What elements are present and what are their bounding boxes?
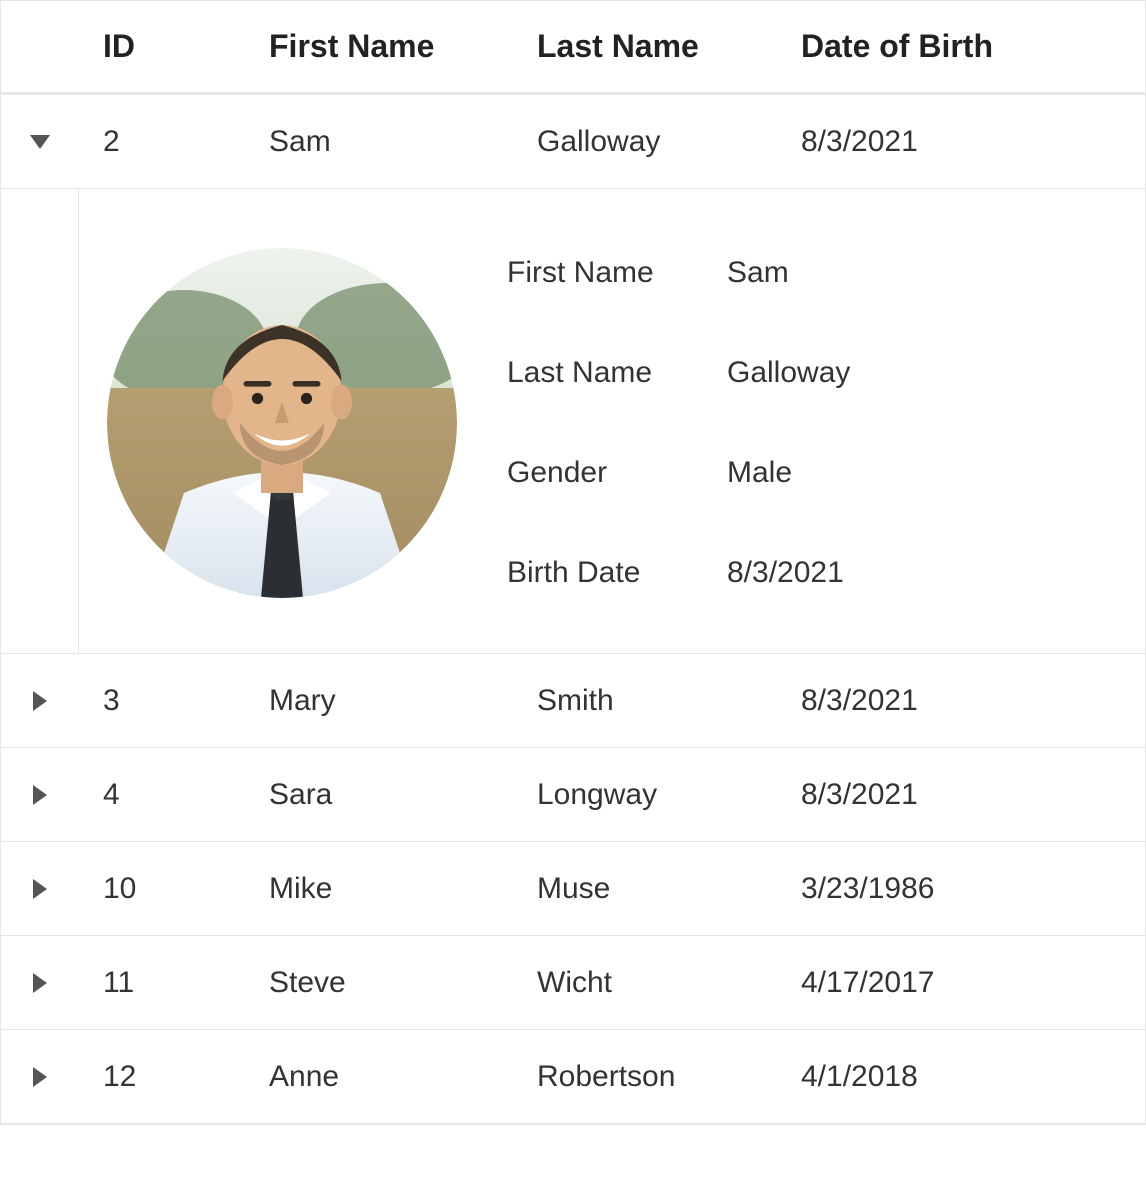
expand-toggle[interactable]	[1, 785, 79, 805]
detail-value-gender: Male	[727, 456, 927, 490]
cell-id: 10	[79, 872, 269, 906]
detail-label-birth: Birth Date	[507, 556, 727, 590]
table-row[interactable]: 3 Mary Smith 8/3/2021	[1, 654, 1145, 748]
header-first[interactable]: First Name	[269, 28, 537, 65]
cell-id: 12	[79, 1060, 269, 1094]
detail-label-first: First Name	[507, 256, 727, 290]
header-id[interactable]: ID	[79, 28, 269, 65]
table-row[interactable]: 11 Steve Wicht 4/17/2017	[1, 936, 1145, 1030]
cell-dob: 3/23/1986	[801, 872, 1145, 906]
expand-toggle[interactable]	[1, 1067, 79, 1087]
cell-last: Robertson	[537, 1060, 801, 1094]
detail-value-birth: 8/3/2021	[727, 556, 927, 590]
cell-last: Wicht	[537, 966, 801, 1000]
avatar	[107, 248, 457, 598]
cell-id: 2	[79, 125, 269, 159]
cell-id: 3	[79, 684, 269, 718]
cell-last: Muse	[537, 872, 801, 906]
detail-row-last: Last Name Galloway	[507, 323, 927, 423]
table-row[interactable]: 2 Sam Galloway 8/3/2021	[1, 95, 1145, 189]
row-detail-panel: First Name Sam Last Name Galloway Gender…	[1, 189, 1145, 654]
cell-dob: 4/1/2018	[801, 1060, 1145, 1094]
detail-value-last: Galloway	[727, 356, 927, 390]
chevron-down-icon	[30, 135, 50, 149]
table-row[interactable]: 12 Anne Robertson 4/1/2018	[1, 1030, 1145, 1124]
cell-dob: 4/17/2017	[801, 966, 1145, 1000]
header-dob[interactable]: Date of Birth	[801, 28, 1145, 65]
expand-toggle[interactable]	[1, 691, 79, 711]
cell-first: Sam	[269, 125, 537, 159]
chevron-right-icon	[33, 1067, 47, 1087]
cell-last: Galloway	[537, 125, 801, 159]
cell-first: Anne	[269, 1060, 537, 1094]
chevron-right-icon	[33, 691, 47, 711]
data-grid: ID First Name Last Name Date of Birth 2 …	[0, 0, 1146, 1125]
cell-last: Smith	[537, 684, 801, 718]
table-row[interactable]: 4 Sara Longway 8/3/2021	[1, 748, 1145, 842]
cell-first: Mary	[269, 684, 537, 718]
header-row: ID First Name Last Name Date of Birth	[1, 1, 1145, 95]
chevron-right-icon	[33, 879, 47, 899]
detail-row-birth: Birth Date 8/3/2021	[507, 523, 927, 623]
detail-row-first: First Name Sam	[507, 223, 927, 323]
chevron-right-icon	[33, 785, 47, 805]
cell-dob: 8/3/2021	[801, 684, 1145, 718]
cell-last: Longway	[537, 778, 801, 812]
detail-table: First Name Sam Last Name Galloway Gender…	[507, 223, 927, 623]
cell-dob: 8/3/2021	[801, 778, 1145, 812]
detail-row-gender: Gender Male	[507, 423, 927, 523]
cell-id: 4	[79, 778, 269, 812]
detail-indent	[1, 189, 79, 653]
cell-first: Mike	[269, 872, 537, 906]
cell-first: Steve	[269, 966, 537, 1000]
cell-id: 11	[79, 966, 269, 1000]
detail-label-last: Last Name	[507, 356, 727, 390]
detail-label-gender: Gender	[507, 456, 727, 490]
expand-toggle[interactable]	[1, 135, 79, 149]
expand-toggle[interactable]	[1, 879, 79, 899]
detail-body: First Name Sam Last Name Galloway Gender…	[79, 223, 1145, 623]
detail-value-first: Sam	[727, 256, 927, 290]
table-row[interactable]: 10 Mike Muse 3/23/1986	[1, 842, 1145, 936]
header-last[interactable]: Last Name	[537, 28, 801, 65]
expand-toggle[interactable]	[1, 973, 79, 993]
cell-dob: 8/3/2021	[801, 125, 1145, 159]
chevron-right-icon	[33, 973, 47, 993]
cell-first: Sara	[269, 778, 537, 812]
